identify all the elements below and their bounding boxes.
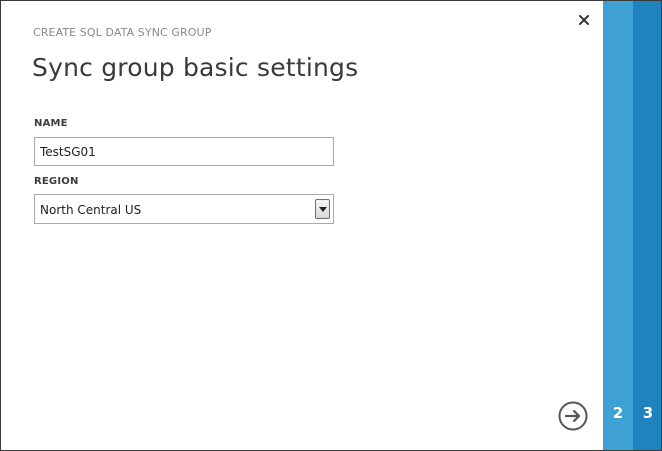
next-button[interactable] bbox=[558, 401, 588, 431]
region-selected-value: North Central US bbox=[40, 203, 142, 217]
dialog-subtitle: CREATE SQL DATA SYNC GROUP bbox=[33, 26, 212, 39]
dropdown-button[interactable] bbox=[315, 199, 330, 219]
name-input[interactable] bbox=[34, 137, 334, 166]
wizard-step-2[interactable]: 2 bbox=[603, 1, 633, 450]
page-title: Sync group basic settings bbox=[32, 53, 359, 82]
close-icon bbox=[579, 15, 589, 25]
name-label: NAME bbox=[34, 118, 68, 129]
region-label: REGION bbox=[34, 176, 79, 187]
wizard-step-3[interactable]: 3 bbox=[633, 1, 661, 450]
chevron-down-icon bbox=[318, 206, 327, 212]
arrow-right-circle-icon bbox=[558, 401, 588, 431]
dialog-content: CREATE SQL DATA SYNC GROUP Sync group ba… bbox=[1, 1, 603, 450]
region-select[interactable]: North Central US bbox=[34, 194, 334, 224]
create-sync-group-dialog: CREATE SQL DATA SYNC GROUP Sync group ba… bbox=[0, 0, 662, 451]
close-button[interactable] bbox=[576, 12, 592, 28]
